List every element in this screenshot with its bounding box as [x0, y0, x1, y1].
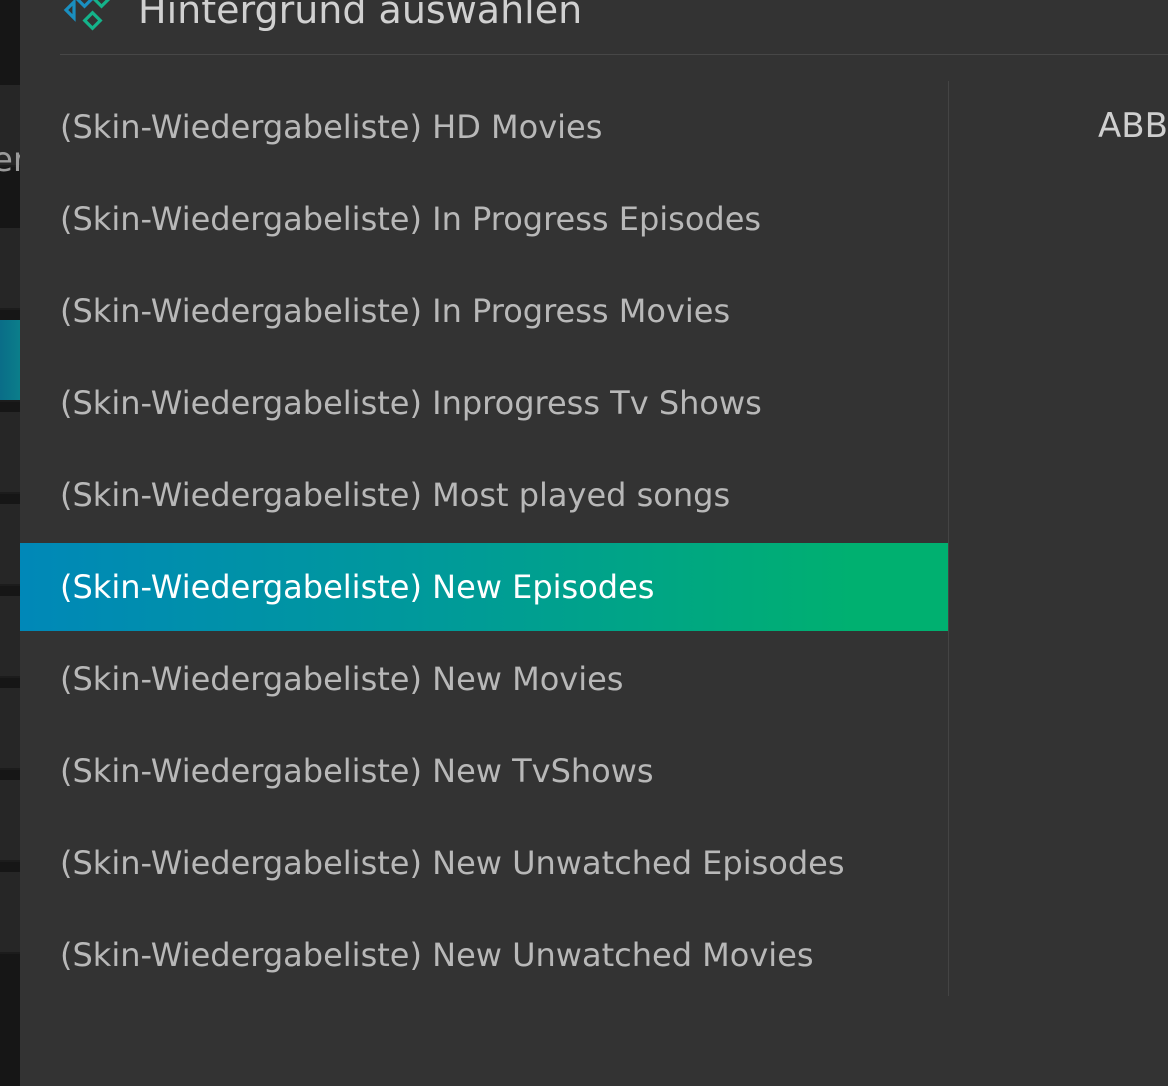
- background-item-active: [0, 320, 20, 402]
- dialog-header: Hintergrund auswählen: [60, 0, 1168, 55]
- list-item[interactable]: (Skin-Wiedergabeliste) Most played songs: [20, 449, 948, 541]
- list-item[interactable]: (Skin-Wiedergabeliste) Inprogress Tv Sho…: [20, 357, 948, 449]
- list-item-label: (Skin-Wiedergabeliste) In Progress Movie…: [60, 292, 731, 330]
- list-item-label: (Skin-Wiedergabeliste) New Movies: [60, 660, 624, 698]
- cancel-button[interactable]: ABBRECHEN: [1098, 104, 1168, 148]
- list-item[interactable]: (Skin-Wiedergabeliste) New TvShows: [20, 725, 948, 817]
- divider: [948, 81, 949, 996]
- kodi-logo-icon: [63, 0, 112, 31]
- list-item-label: (Skin-Wiedergabeliste) In Progress Episo…: [60, 200, 762, 238]
- background-item: [0, 688, 20, 770]
- list-item[interactable]: (Skin-Wiedergabeliste) In Progress Movie…: [20, 265, 948, 357]
- list-item-label: (Skin-Wiedergabeliste) Inprogress Tv Sho…: [60, 384, 762, 422]
- background-item: [0, 780, 20, 862]
- screen: er Hintergrund auswählen (Skin-Wiedergab…: [0, 0, 1168, 1086]
- list-item-label: (Skin-Wiedergabeliste) New Unwatched Mov…: [60, 936, 814, 974]
- dialog-title: Hintergrund auswählen: [138, 0, 583, 32]
- list-item-label: (Skin-Wiedergabeliste) HD Movies: [60, 108, 603, 146]
- list-item-label: (Skin-Wiedergabeliste) Most played songs: [60, 476, 731, 514]
- list-item[interactable]: (Skin-Wiedergabeliste) New Unwatched Epi…: [20, 817, 948, 909]
- background-item: [0, 504, 20, 586]
- list-item-selected[interactable]: (Skin-Wiedergabeliste) New Episodes: [20, 543, 948, 631]
- list-item-label: (Skin-Wiedergabeliste) New Episodes: [60, 568, 655, 606]
- list-item[interactable]: (Skin-Wiedergabeliste) HD Movies: [20, 81, 948, 173]
- list-item-label: (Skin-Wiedergabeliste) New Unwatched Epi…: [60, 844, 845, 882]
- background-item: [0, 412, 20, 494]
- list-item-label: (Skin-Wiedergabeliste) New TvShows: [60, 752, 654, 790]
- select-background-dialog: Hintergrund auswählen (Skin-Wiedergabeli…: [20, 0, 1168, 1086]
- background-item: [0, 872, 20, 954]
- list-item[interactable]: (Skin-Wiedergabeliste) New Movies: [20, 633, 948, 725]
- background-item: [0, 228, 20, 310]
- background-item: [0, 596, 20, 678]
- item-list: (Skin-Wiedergabeliste) HD Movies (Skin-Wi…: [20, 81, 948, 1001]
- list-item[interactable]: (Skin-Wiedergabeliste) New Unwatched Mov…: [20, 909, 948, 1001]
- list-item[interactable]: (Skin-Wiedergabeliste) In Progress Episo…: [20, 173, 948, 265]
